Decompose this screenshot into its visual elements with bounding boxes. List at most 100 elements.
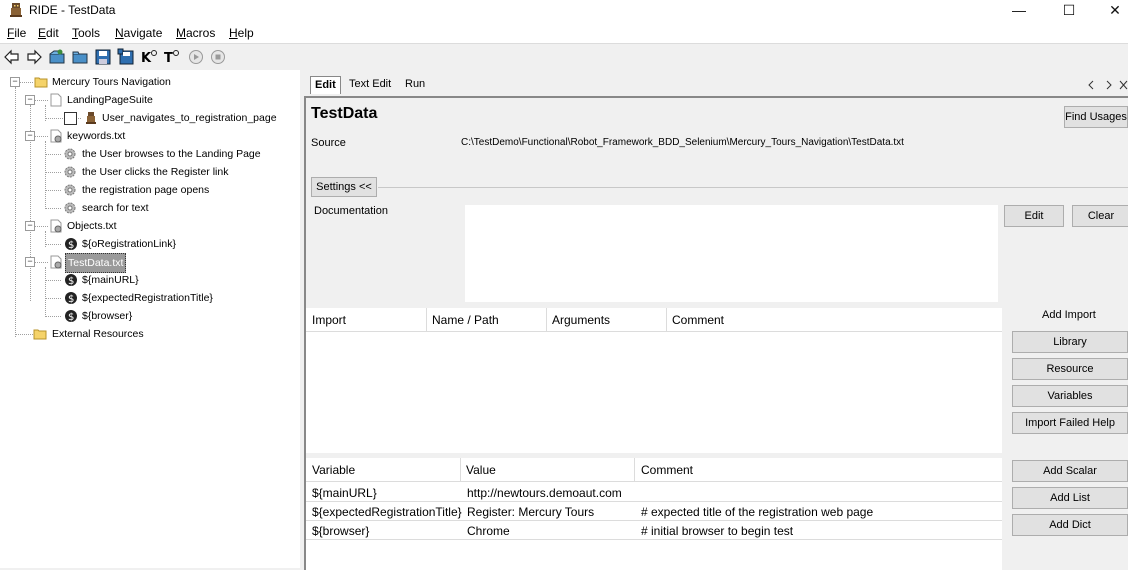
collapse-icon[interactable]: −: [25, 95, 35, 105]
minimize-button[interactable]: —: [996, 0, 1042, 22]
ride-robot-icon: [10, 3, 22, 17]
menu-edit[interactable]: Edit: [38, 26, 59, 40]
tree-item-keyword[interactable]: search for text: [0, 199, 300, 217]
add-scalar-button[interactable]: Add Scalar: [1012, 460, 1128, 482]
menu-macros[interactable]: Macros: [176, 26, 215, 40]
tree-item-variable[interactable]: $ ${browser}: [0, 307, 300, 325]
tree-item-testdata-file[interactable]: − TestData.txt: [0, 253, 300, 273]
variable-value[interactable]: http://newtours.demoaut.com: [467, 486, 622, 500]
variable-comment[interactable]: # initial browser to begin test: [641, 524, 793, 538]
tree-label: User_navigates_to_registration_page: [102, 112, 277, 124]
svg-text:$: $: [68, 240, 74, 251]
save-icon[interactable]: [94, 48, 112, 66]
keyword-search-icon[interactable]: K: [140, 48, 158, 66]
tab-close-icon[interactable]: [1119, 80, 1128, 90]
doc-edit-button[interactable]: Edit: [1004, 205, 1064, 227]
tree-item-variable[interactable]: $ ${mainURL}: [0, 271, 300, 289]
variables-table[interactable]: Variable Value Comment ${mainURL} http:/…: [306, 458, 1002, 570]
file-icon: [50, 93, 62, 107]
tree-label: Mercury Tours Navigation: [52, 76, 171, 88]
tree-label: External Resources: [52, 328, 144, 340]
variable-icon: $: [65, 274, 77, 287]
find-usages-button[interactable]: Find Usages: [1064, 106, 1128, 128]
window-title: RIDE - TestData: [29, 3, 116, 17]
tab-scroll-right-icon[interactable]: [1105, 80, 1113, 90]
resource-button[interactable]: Resource: [1012, 358, 1128, 380]
tree-label: Objects.txt: [67, 220, 117, 232]
run-icon[interactable]: [187, 48, 205, 66]
tab-edit[interactable]: Edit: [310, 76, 341, 94]
tree-item-test-case[interactable]: User_navigates_to_registration_page: [0, 109, 300, 127]
add-dict-button[interactable]: Add Dict: [1012, 514, 1128, 536]
imports-table[interactable]: Import Name / Path Arguments Comment: [306, 308, 1002, 453]
tree-label: the registration page opens: [82, 184, 210, 196]
resource-name: TestData: [311, 105, 378, 122]
tree-item-suite[interactable]: − LandingPageSuite: [0, 91, 300, 109]
tree-item-objects-file[interactable]: − Objects.txt: [0, 217, 300, 235]
back-icon[interactable]: [3, 48, 21, 66]
menu-navigate[interactable]: Navigate: [115, 26, 162, 40]
open-directory-icon[interactable]: [71, 48, 89, 66]
forward-icon[interactable]: [25, 48, 43, 66]
robot-icon: [86, 112, 96, 124]
settings-toggle-button[interactable]: Settings <<: [311, 177, 377, 197]
variable-name[interactable]: ${browser}: [312, 524, 369, 538]
add-import-label: Add Import: [1042, 309, 1096, 321]
gear-icon: [64, 184, 76, 196]
collapse-icon[interactable]: −: [25, 257, 35, 267]
library-button[interactable]: Library: [1012, 331, 1128, 353]
tree-item-root[interactable]: − Mercury Tours Navigation: [0, 73, 300, 91]
test-checkbox[interactable]: [64, 112, 77, 125]
stop-icon[interactable]: [209, 48, 227, 66]
tab-scroll-left-icon[interactable]: [1087, 80, 1095, 90]
tab-run[interactable]: Run: [401, 76, 429, 93]
menu-tools[interactable]: Tools: [72, 26, 100, 40]
tree-label: ${expectedRegistrationTitle}: [82, 292, 213, 304]
menu-file[interactable]: File: [7, 26, 26, 40]
col-variable: Variable: [312, 463, 356, 477]
close-button[interactable]: ✕: [1092, 0, 1128, 22]
menu-help[interactable]: Help: [229, 26, 254, 40]
menu-bar: File Edit Tools Navigate Macros Help: [0, 22, 1128, 44]
tree-item-keywords-file[interactable]: − keywords.txt: [0, 127, 300, 145]
source-label: Source: [311, 137, 346, 149]
tree-item-keyword[interactable]: the User clicks the Register link: [0, 163, 300, 181]
col-name-path: Name / Path: [432, 313, 499, 327]
test-search-icon[interactable]: T: [163, 48, 181, 66]
save-all-icon[interactable]: [117, 48, 135, 66]
documentation-field[interactable]: [465, 205, 998, 302]
add-list-button[interactable]: Add List: [1012, 487, 1128, 509]
tree-item-keyword[interactable]: the registration page opens: [0, 181, 300, 199]
tree-label: keywords.txt: [67, 130, 126, 142]
toolbar: K T: [0, 44, 1128, 69]
documentation-label: Documentation: [314, 205, 388, 217]
col-arguments: Arguments: [552, 313, 611, 327]
tree-label: ${mainURL}: [82, 274, 139, 286]
tree-item-variable[interactable]: $ ${oRegistrationLink}: [0, 235, 300, 253]
collapse-icon[interactable]: −: [25, 131, 35, 141]
variable-name[interactable]: ${mainURL}: [312, 486, 377, 500]
doc-clear-button[interactable]: Clear: [1072, 205, 1128, 227]
collapse-icon[interactable]: −: [25, 221, 35, 231]
editor-tabs: Edit Text Edit Run: [304, 70, 1128, 96]
collapse-icon[interactable]: −: [10, 77, 20, 87]
gear-icon: [64, 148, 76, 160]
tree-item-keyword[interactable]: the User browses to the Landing Page: [0, 145, 300, 163]
project-tree[interactable]: − Mercury Tours Navigation − LandingPage…: [0, 70, 300, 568]
maximize-button[interactable]: ☐: [1046, 0, 1092, 22]
tab-text-edit[interactable]: Text Edit: [345, 76, 395, 93]
import-failed-help-button[interactable]: Import Failed Help: [1012, 412, 1128, 434]
open-test-suite-icon[interactable]: [48, 48, 66, 66]
source-path: C:\TestDemo\Functional\Robot_Framework_B…: [461, 137, 904, 148]
tree-label: the User clicks the Register link: [82, 166, 229, 178]
variable-value[interactable]: Chrome: [467, 524, 510, 538]
variables-button[interactable]: Variables: [1012, 385, 1128, 407]
variable-comment[interactable]: # expected title of the registration web…: [641, 505, 873, 519]
svg-text:$: $: [68, 276, 74, 287]
gear-icon: [64, 166, 76, 178]
variable-name[interactable]: ${expectedRegistrationTitle}: [312, 505, 462, 519]
variable-value[interactable]: Register: Mercury Tours: [467, 505, 594, 519]
tree-item-variable[interactable]: $ ${expectedRegistrationTitle}: [0, 289, 300, 307]
settings-divider: [378, 187, 1128, 188]
tree-item-external-resources[interactable]: External Resources: [0, 325, 300, 343]
